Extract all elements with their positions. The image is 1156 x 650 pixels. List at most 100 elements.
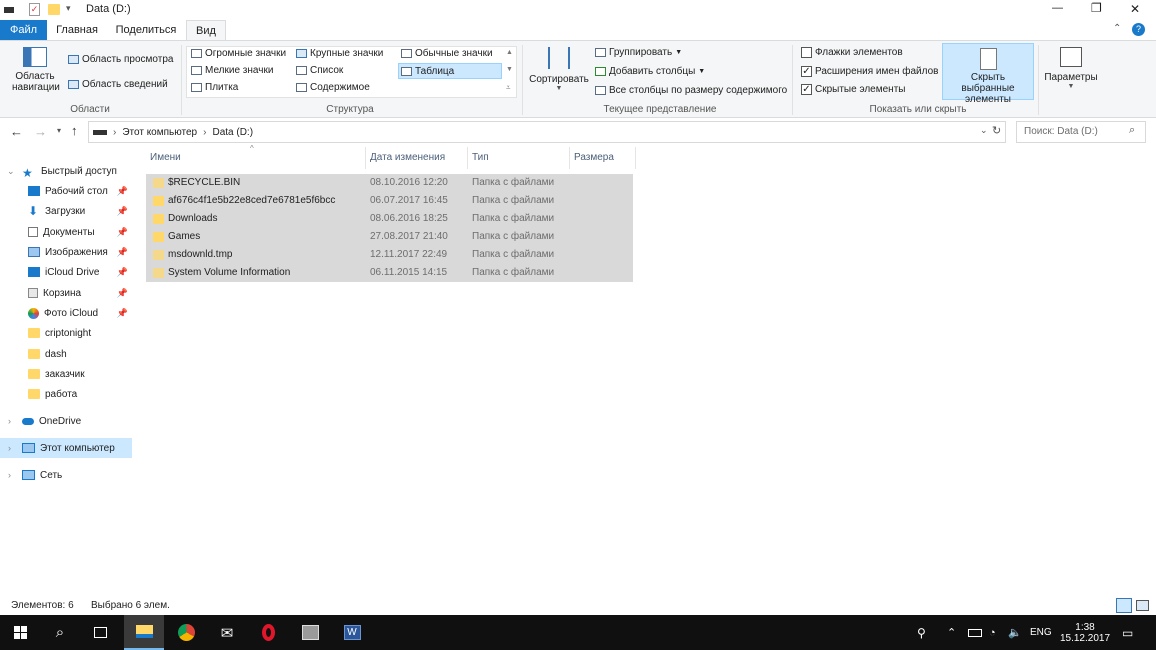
- table-row[interactable]: msdownld.tmp 12.11.2017 22:49 Папка с фа…: [146, 246, 633, 264]
- power-icon[interactable]: [968, 615, 982, 650]
- show-hidden-icons[interactable]: ⌃: [947, 615, 956, 650]
- nav-work[interactable]: работа: [0, 384, 132, 404]
- pin-icon[interactable]: 📌: [117, 267, 128, 278]
- gallery-scroll-down-icon[interactable]: ▼: [506, 66, 513, 73]
- taskbar-mail[interactable]: ✉: [207, 615, 247, 650]
- pin-icon[interactable]: 📌: [117, 227, 128, 238]
- layout-tiles[interactable]: Плитка: [191, 82, 238, 93]
- file-extensions-toggle[interactable]: ✓ Расширения имен файлов: [801, 66, 938, 77]
- new-folder-icon[interactable]: [48, 4, 60, 15]
- column-header-type[interactable]: Тип: [468, 147, 570, 169]
- notifications-icon[interactable]: ▭: [1122, 615, 1133, 650]
- hide-selected-button[interactable]: Скрыть выбранные элементы: [942, 43, 1034, 105]
- up-icon[interactable]: ↑: [71, 123, 78, 138]
- nav-recycle-bin[interactable]: Корзина 📌: [0, 283, 132, 303]
- nav-icloud-photos[interactable]: Фото iCloud 📌: [0, 303, 132, 323]
- back-icon[interactable]: ←: [10, 124, 23, 139]
- breadcrumb-this-pc[interactable]: Этот компьютер: [122, 127, 197, 138]
- layout-huge-icons[interactable]: Огромные значки: [191, 48, 286, 59]
- tab-file[interactable]: Файл: [0, 20, 47, 40]
- column-header-date[interactable]: Дата изменения: [366, 147, 468, 169]
- nav-network[interactable]: › Сеть: [0, 465, 132, 485]
- breadcrumb-data-d[interactable]: Data (D:): [212, 127, 253, 138]
- gallery-scroll-up-icon[interactable]: ▲: [506, 49, 513, 56]
- taskbar-file-explorer[interactable]: [124, 615, 164, 650]
- wifi-icon[interactable]: ◔: [989, 615, 996, 650]
- table-row[interactable]: $RECYCLE.BIN 08.10.2016 12:20 Папка с фа…: [146, 174, 633, 192]
- item-checkboxes-toggle[interactable]: Флажки элементов: [801, 47, 903, 58]
- volume-icon[interactable]: 🔈: [1008, 615, 1022, 650]
- search-icon[interactable]: ⌕: [1129, 124, 1135, 137]
- hidden-items-toggle[interactable]: ✓ Скрытые элементы: [801, 84, 905, 95]
- quick-access-dropdown-icon[interactable]: ▾: [66, 3, 71, 14]
- layout-list[interactable]: Список: [296, 65, 343, 76]
- nav-pictures[interactable]: Изображения 📌: [0, 242, 132, 262]
- taskbar-opera[interactable]: [248, 615, 288, 650]
- nav-label: заказчик: [45, 368, 85, 380]
- layout-small-icons[interactable]: Мелкие значки: [191, 65, 273, 76]
- collapse-ribbon-icon[interactable]: ⌃: [1113, 23, 1121, 34]
- properties-icon[interactable]: ✓: [29, 3, 40, 16]
- taskbar-app[interactable]: [290, 615, 330, 650]
- tab-share[interactable]: Поделиться: [112, 20, 180, 40]
- large-icons-view-toggle[interactable]: [1136, 600, 1149, 611]
- people-icon[interactable]: ⚲: [917, 615, 926, 650]
- table-row[interactable]: System Volume Information 06.11.2015 14:…: [146, 264, 633, 282]
- add-columns-button[interactable]: Добавить столбцы ▼: [595, 66, 705, 77]
- tab-view[interactable]: Вид: [186, 20, 226, 41]
- layout-content[interactable]: Содержимое: [296, 82, 370, 93]
- search-taskbar-button[interactable]: ⌕: [40, 615, 80, 650]
- table-row[interactable]: af676c4f1e5b22e8ced7e6781e5f6bcc 06.07.2…: [146, 192, 633, 210]
- table-row[interactable]: Games 27.08.2017 21:40 Папка с файлами: [146, 228, 633, 246]
- group-by-button[interactable]: Группировать ▼: [595, 47, 682, 58]
- sort-button[interactable]: Сортировать ▼: [527, 47, 591, 92]
- nav-criptonight[interactable]: criptonight: [0, 323, 132, 343]
- language-indicator[interactable]: ENG: [1030, 615, 1052, 650]
- tab-home[interactable]: Главная: [52, 20, 102, 40]
- column-header-size[interactable]: Размера: [570, 147, 636, 169]
- column-header-name[interactable]: Имени: [146, 147, 366, 169]
- nav-downloads[interactable]: ⬇ Загрузки 📌: [0, 201, 132, 221]
- pin-icon[interactable]: 📌: [117, 308, 128, 319]
- nav-desktop[interactable]: Рабочий стол 📌: [0, 181, 132, 201]
- nav-documents[interactable]: Документы 📌: [0, 222, 132, 242]
- close-button[interactable]: ✕: [1130, 2, 1140, 16]
- nav-this-pc[interactable]: › Этот компьютер: [0, 438, 132, 458]
- options-button[interactable]: Параметры ▼: [1042, 47, 1100, 90]
- layout-details[interactable]: Таблица: [398, 63, 502, 79]
- layout-medium-icons[interactable]: Обычные значки: [401, 48, 493, 59]
- search-input[interactable]: Поиск: Data (D:): [1016, 121, 1146, 143]
- details-view-toggle[interactable]: [1116, 598, 1132, 613]
- nav-onedrive[interactable]: › OneDrive: [0, 411, 132, 431]
- pin-icon[interactable]: 📌: [117, 247, 128, 258]
- preview-pane-button[interactable]: Область просмотра: [68, 54, 173, 65]
- recent-locations-icon[interactable]: ▾: [57, 126, 61, 135]
- taskbar-chrome[interactable]: [166, 615, 206, 650]
- forward-icon[interactable]: →: [34, 124, 47, 139]
- nav-quick-access[interactable]: ⌄ ★ Быстрый доступ: [0, 161, 132, 181]
- help-icon[interactable]: ?: [1132, 23, 1145, 36]
- address-history-dropdown-icon[interactable]: ⌄: [980, 125, 988, 136]
- clock[interactable]: 1:38 15.12.2017: [1060, 615, 1110, 650]
- minimize-button[interactable]: —: [1052, 2, 1063, 14]
- layout-large-icons[interactable]: Крупные значки: [296, 48, 383, 59]
- refresh-icon[interactable]: ↻: [992, 124, 1001, 137]
- size-all-columns-button[interactable]: Все столбцы по размеру содержимого: [595, 85, 787, 96]
- table-row[interactable]: Downloads 08.06.2016 18:25 Папка с файла…: [146, 210, 633, 228]
- nav-dash[interactable]: dash: [0, 344, 132, 364]
- task-view-button[interactable]: [80, 615, 120, 650]
- address-bar[interactable]: › Этот компьютер › Data (D:): [88, 121, 1006, 143]
- nav-label: Быстрый доступ: [41, 165, 117, 177]
- pin-icon[interactable]: 📌: [117, 186, 128, 197]
- pin-icon[interactable]: 📌: [117, 288, 128, 299]
- start-button[interactable]: [0, 615, 40, 650]
- nav-icloud-drive[interactable]: iCloud Drive 📌: [0, 262, 132, 282]
- gallery-more-icon[interactable]: ⩡: [506, 83, 511, 93]
- nav-pane-button[interactable]: Область навигации: [4, 47, 66, 103]
- sort-label: Сортировать: [529, 74, 589, 85]
- taskbar-word[interactable]: W: [332, 615, 372, 650]
- pin-icon[interactable]: 📌: [117, 206, 128, 217]
- details-pane-button[interactable]: Область сведений: [68, 79, 168, 90]
- nav-customer[interactable]: заказчик: [0, 364, 132, 384]
- maximize-button[interactable]: ❐: [1091, 1, 1102, 15]
